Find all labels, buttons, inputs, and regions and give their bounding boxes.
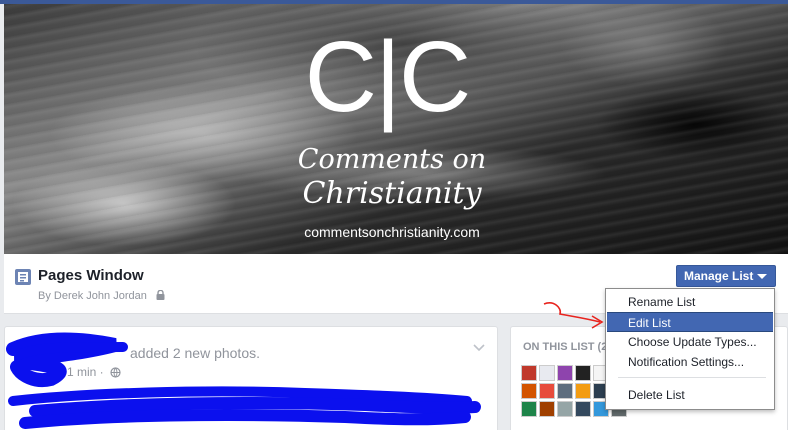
page-thumbnail[interactable] <box>575 383 591 399</box>
menu-divider <box>618 377 766 378</box>
cover-photo: C|C Comments on Christianity commentsonc… <box>4 4 788 254</box>
lock-icon <box>156 289 165 303</box>
menu-item-notification-settings[interactable]: Notification Settings... <box>607 352 773 372</box>
page-thumbnail[interactable] <box>539 401 555 417</box>
cover-logo-line-1: Comments on <box>297 144 487 175</box>
chevron-down-icon <box>757 274 767 279</box>
list-byline: By Derek John Jordan <box>38 289 165 303</box>
page-thumbnail[interactable] <box>575 401 591 417</box>
menu-item-edit-list[interactable]: Edit List <box>607 312 773 332</box>
page-thumbnail[interactable] <box>521 401 537 417</box>
byline-text[interactable]: By Derek John Jordan <box>38 290 147 302</box>
page-thumbnail[interactable] <box>575 365 591 381</box>
page-thumbnail[interactable] <box>521 383 537 399</box>
menu-item-delete-list[interactable]: Delete List <box>607 385 773 405</box>
rss-feed-icon <box>15 269 31 285</box>
menu-item-choose-update-types[interactable]: Choose Update Types... <box>607 332 773 352</box>
manage-list-label: Manage List <box>684 269 754 283</box>
page-thumbnail[interactable] <box>557 401 573 417</box>
menu-item-rename-list[interactable]: Rename List <box>607 292 773 312</box>
cover-logo-line-2: Christianity <box>302 176 482 211</box>
page-thumbnail[interactable] <box>557 365 573 381</box>
cover-logo-url: commentsonchristianity.com <box>304 224 480 240</box>
page-thumbnail[interactable] <box>539 383 555 399</box>
manage-list-dropdown: Rename List Edit List Choose Update Type… <box>605 288 775 410</box>
redaction-scribble <box>6 332 481 429</box>
manage-list-button[interactable]: Manage List <box>676 265 776 287</box>
list-title[interactable]: Pages Window <box>38 267 144 284</box>
page-thumbnail[interactable] <box>557 383 573 399</box>
feed-post-card: added 2 new photos. 1 min · <box>4 326 498 430</box>
on-this-list-title: ON THIS LIST (2 <box>523 341 608 353</box>
page-thumbnail[interactable] <box>521 365 537 381</box>
cover-logo-mark: C|C <box>304 21 471 133</box>
annotation-arrow <box>543 302 604 329</box>
page-thumbnail[interactable] <box>539 365 555 381</box>
